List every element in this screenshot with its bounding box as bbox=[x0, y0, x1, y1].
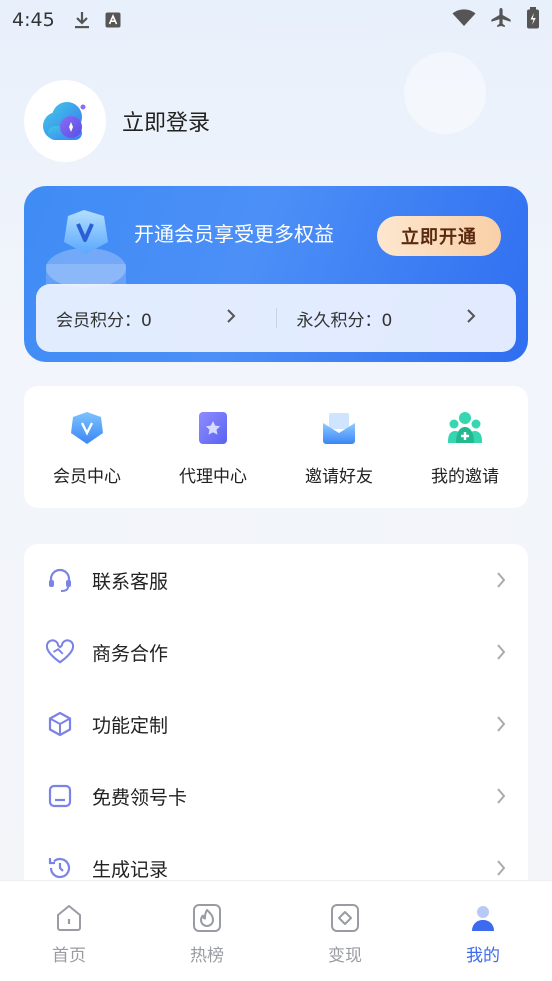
tab-home[interactable]: 首页 bbox=[0, 881, 138, 981]
cube-icon bbox=[46, 710, 74, 738]
chevron-right-icon bbox=[226, 308, 236, 328]
wifi-icon bbox=[452, 9, 476, 31]
menu-item-feature-customization[interactable]: 功能定制 bbox=[24, 688, 528, 760]
member-points[interactable]: 会员积分：0 bbox=[36, 284, 276, 352]
home-icon bbox=[54, 903, 84, 937]
tab-label: 热榜 bbox=[190, 946, 224, 966]
airplane-icon bbox=[490, 7, 512, 33]
avatar[interactable] bbox=[24, 80, 106, 162]
tab-mine[interactable]: 我的 bbox=[414, 881, 552, 981]
login-link[interactable]: 立即登录 bbox=[122, 105, 210, 137]
battery-icon bbox=[526, 7, 540, 33]
tab-label: 我的 bbox=[466, 946, 500, 966]
menu-item-label: 免费领号卡 bbox=[92, 786, 188, 809]
menu-item-label: 生成记录 bbox=[92, 858, 169, 881]
chevron-right-icon bbox=[496, 859, 506, 877]
user-icon bbox=[468, 903, 498, 937]
sim-card-icon bbox=[46, 782, 74, 810]
quick-item-label: 代理中心 bbox=[179, 466, 247, 487]
menu-item-label: 商务合作 bbox=[92, 642, 169, 665]
chevron-right-icon bbox=[496, 787, 506, 805]
tab-label: 变现 bbox=[328, 946, 362, 966]
activate-vip-button[interactable]: 立即开通 bbox=[377, 216, 501, 256]
tab-label: 首页 bbox=[52, 946, 86, 966]
quick-item-invite-friends[interactable]: 邀请好友 bbox=[276, 408, 402, 487]
bottom-tab-bar: 首页 热榜 变现 我的 bbox=[0, 880, 552, 981]
app-logo-icon bbox=[43, 102, 86, 140]
handshake-heart-icon bbox=[46, 638, 74, 666]
history-icon bbox=[46, 854, 74, 882]
chevron-right-icon bbox=[466, 308, 476, 328]
headset-icon bbox=[46, 566, 74, 594]
vip-title: 开通会员享受更多权益 bbox=[134, 222, 334, 246]
status-time: 4:45 bbox=[12, 9, 55, 31]
vip-card: 开通会员享受更多权益 立即开通 会员积分：0 永久积分：0 bbox=[24, 186, 528, 362]
keyboard-a-icon bbox=[105, 12, 121, 28]
quick-item-label: 邀请好友 bbox=[305, 466, 373, 487]
people-group-icon bbox=[445, 408, 485, 448]
chevron-right-icon bbox=[496, 715, 506, 733]
chevron-right-icon bbox=[496, 643, 506, 661]
vip-shield-icon bbox=[67, 408, 107, 448]
menu-item-contact-support[interactable]: 联系客服 bbox=[24, 544, 528, 616]
chevron-right-icon bbox=[496, 571, 506, 589]
menu-item-label: 联系客服 bbox=[92, 570, 169, 593]
download-icon bbox=[73, 10, 91, 30]
permanent-points[interactable]: 永久积分：0 bbox=[277, 284, 517, 352]
quick-item-agent-center[interactable]: 代理中心 bbox=[150, 408, 276, 487]
points-panel: 会员积分：0 永久积分：0 bbox=[36, 284, 516, 352]
quick-item-my-invites[interactable]: 我的邀请 bbox=[402, 408, 528, 487]
permanent-points-label: 永久积分：0 bbox=[296, 310, 393, 331]
menu-item-business-cooperation[interactable]: 商务合作 bbox=[24, 616, 528, 688]
status-bar: 4:45 bbox=[0, 0, 552, 40]
diamond-icon bbox=[330, 903, 360, 937]
quick-item-label: 会员中心 bbox=[53, 466, 121, 487]
menu-item-label: 功能定制 bbox=[92, 714, 169, 737]
menu-item-free-sim-card[interactable]: 免费领号卡 bbox=[24, 760, 528, 832]
agent-star-icon bbox=[193, 408, 233, 448]
invite-envelope-icon bbox=[319, 408, 359, 448]
quick-item-vip-center[interactable]: 会员中心 bbox=[24, 408, 150, 487]
flame-icon bbox=[192, 903, 222, 937]
vip-badge-icon bbox=[60, 208, 112, 260]
profile-header[interactable]: 立即登录 bbox=[24, 80, 210, 162]
tab-hot-list[interactable]: 热榜 bbox=[138, 881, 276, 981]
quick-item-label: 我的邀请 bbox=[431, 466, 499, 487]
vip-pedestal-base bbox=[46, 264, 126, 286]
tab-monetize[interactable]: 变现 bbox=[276, 881, 414, 981]
quick-actions: 会员中心 代理中心 邀请好友 我的邀请 bbox=[24, 386, 528, 508]
member-points-label: 会员积分：0 bbox=[56, 310, 152, 331]
decorative-bubble bbox=[404, 52, 486, 134]
